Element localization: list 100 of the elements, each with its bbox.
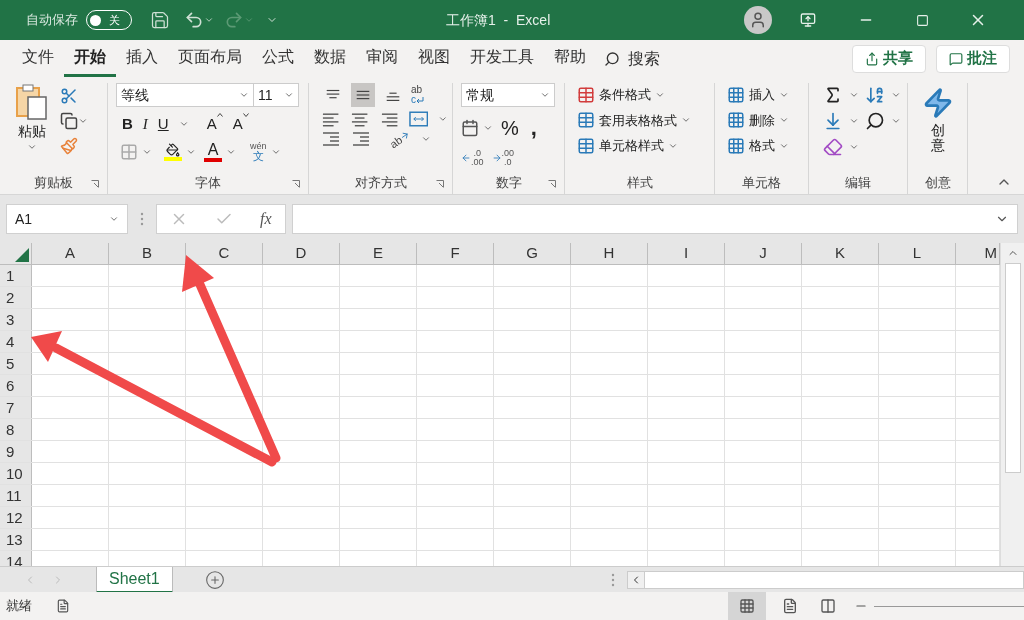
caret-icon[interactable] <box>204 15 214 25</box>
scroll-thumb[interactable] <box>1004 263 1021 473</box>
bold-button[interactable]: B <box>122 113 133 136</box>
format-painter-icon[interactable] <box>60 137 78 155</box>
drag-handle-icon[interactable] <box>140 212 144 226</box>
paste-button[interactable]: 粘贴 <box>12 83 52 155</box>
align-left-icon[interactable] <box>321 111 341 127</box>
clear-icon[interactable] <box>823 137 843 157</box>
row-header[interactable]: 7 <box>0 397 32 418</box>
row-header[interactable]: 5 <box>0 353 32 374</box>
grow-font-button[interactable]: A <box>206 113 223 136</box>
row-header[interactable]: 9 <box>0 441 32 462</box>
font-size-field[interactable]: 11 <box>254 83 299 107</box>
wrap-text-button[interactable]: ab c <box>411 85 424 105</box>
group-label: 数字 <box>495 174 522 193</box>
comma-button[interactable]: , <box>530 117 537 139</box>
ribbon-tab[interactable]: 开发工具 <box>460 40 544 77</box>
row-header[interactable]: 8 <box>0 419 32 440</box>
add-sheet-icon[interactable] <box>204 569 225 590</box>
dialog-launcher-icon[interactable] <box>436 180 444 188</box>
styles-menu-button[interactable]: 条件格式 <box>577 85 710 105</box>
normal-view-button[interactable] <box>728 592 766 620</box>
decrease-indent-icon[interactable] <box>321 131 341 148</box>
align-center-icon[interactable] <box>350 111 370 127</box>
percent-button[interactable]: % <box>501 113 519 143</box>
vertical-scrollbar[interactable] <box>1000 243 1024 566</box>
increase-decimal-button[interactable]: .0 .00 <box>461 149 484 167</box>
ribbon-tab[interactable]: 数据 <box>304 40 356 77</box>
dialog-launcher-icon[interactable] <box>548 180 556 188</box>
column-header[interactable]: F <box>417 243 494 264</box>
column-header[interactable]: D <box>263 243 340 264</box>
ribbon-tab[interactable]: 视图 <box>408 40 460 77</box>
font-name-field[interactable]: 等线 <box>116 83 254 107</box>
ideas-button[interactable]: 创意 <box>912 83 963 154</box>
page-layout-view-icon[interactable] <box>782 598 798 614</box>
row-header[interactable]: 3 <box>0 309 32 330</box>
avatar-icon[interactable] <box>744 6 773 34</box>
sheet-tab[interactable]: Sheet1 <box>96 566 173 593</box>
find-icon[interactable] <box>865 111 885 131</box>
maximize-icon[interactable] <box>916 13 930 27</box>
column-header[interactable]: I <box>648 243 725 264</box>
save-icon[interactable] <box>150 10 170 30</box>
row-header[interactable]: 1 <box>0 265 32 286</box>
ribbon-tab[interactable]: 审阅 <box>356 40 408 77</box>
copy-icon[interactable] <box>60 112 78 130</box>
page-break-view-icon[interactable] <box>820 598 836 614</box>
cells-menu-button[interactable]: 删除 <box>727 110 804 130</box>
column-header[interactable]: H <box>571 243 648 264</box>
shrink-font-button[interactable]: A <box>232 113 249 136</box>
undo-icon[interactable] <box>184 10 204 30</box>
row-header[interactable]: 6 <box>0 375 32 396</box>
row-header[interactable]: 12 <box>0 507 32 528</box>
column-header[interactable]: K <box>802 243 879 264</box>
clipboard-icon <box>15 83 49 121</box>
ribbon-tab[interactable]: 公式 <box>252 40 304 77</box>
dialog-launcher-icon[interactable] <box>91 180 99 188</box>
cut-icon[interactable] <box>60 87 78 105</box>
arrow-icon <box>491 153 502 163</box>
italic-button[interactable]: I <box>142 113 148 136</box>
number-format-field[interactable]: 常规 <box>461 83 555 107</box>
cells-menu-button[interactable]: 插入 <box>727 85 804 105</box>
drag-handle-icon[interactable] <box>610 572 615 587</box>
merge-center-icon[interactable] <box>409 111 429 127</box>
underline-button[interactable]: U <box>157 113 169 136</box>
vertical-align-button[interactable] <box>351 83 375 107</box>
row-header[interactable]: 11 <box>0 485 32 506</box>
decrease-decimal-button[interactable]: .00 .0 <box>491 149 515 167</box>
column-header[interactable]: A <box>32 243 109 264</box>
group-label: 对齐方式 <box>354 174 407 193</box>
font-color-button[interactable]: A <box>204 141 222 162</box>
column-header[interactable]: L <box>879 243 956 264</box>
row-header[interactable]: 2 <box>0 287 32 308</box>
ribbon-tab[interactable]: 页面布局 <box>168 40 252 77</box>
comments-button[interactable]: 批注 <box>936 44 1010 73</box>
increase-indent-icon[interactable] <box>351 131 371 148</box>
insert-function-button[interactable]: fx <box>260 207 272 231</box>
status-text: 就绪 <box>6 597 32 616</box>
row-header[interactable]: 10 <box>0 463 32 484</box>
row-header[interactable]: 4 <box>0 331 32 352</box>
share-button[interactable]: 共享 <box>852 44 926 73</box>
group-label: 创意 <box>924 174 951 193</box>
row-header[interactable]: 13 <box>0 529 32 550</box>
ribbon-tab[interactable]: 文件 <box>12 40 64 77</box>
formula-input-field[interactable] <box>292 204 1018 234</box>
dialog-launcher-icon[interactable] <box>292 180 300 188</box>
name-box[interactable]: A1 <box>6 204 128 234</box>
column-header[interactable]: E <box>340 243 417 264</box>
align-right-icon[interactable] <box>379 111 399 127</box>
search-button[interactable]: 搜索 <box>604 46 660 71</box>
column-header[interactable]: J <box>725 243 802 264</box>
cells-menu-button[interactable]: 格式 <box>727 136 804 156</box>
styles-menu-button[interactable]: 套用表格格式 <box>577 110 710 130</box>
orientation-button[interactable]: ab <box>386 126 414 153</box>
ribbon-tab[interactable]: 帮助 <box>544 40 596 77</box>
styles-menu-button[interactable]: 单元格样式 <box>577 136 710 156</box>
phonetic-button[interactable]: wén 文 <box>250 141 267 162</box>
fill-color-icon[interactable] <box>164 142 182 161</box>
ribbon-tab[interactable]: 插入 <box>116 40 168 77</box>
borders-icon[interactable] <box>120 142 138 161</box>
column-header[interactable]: G <box>494 243 571 264</box>
